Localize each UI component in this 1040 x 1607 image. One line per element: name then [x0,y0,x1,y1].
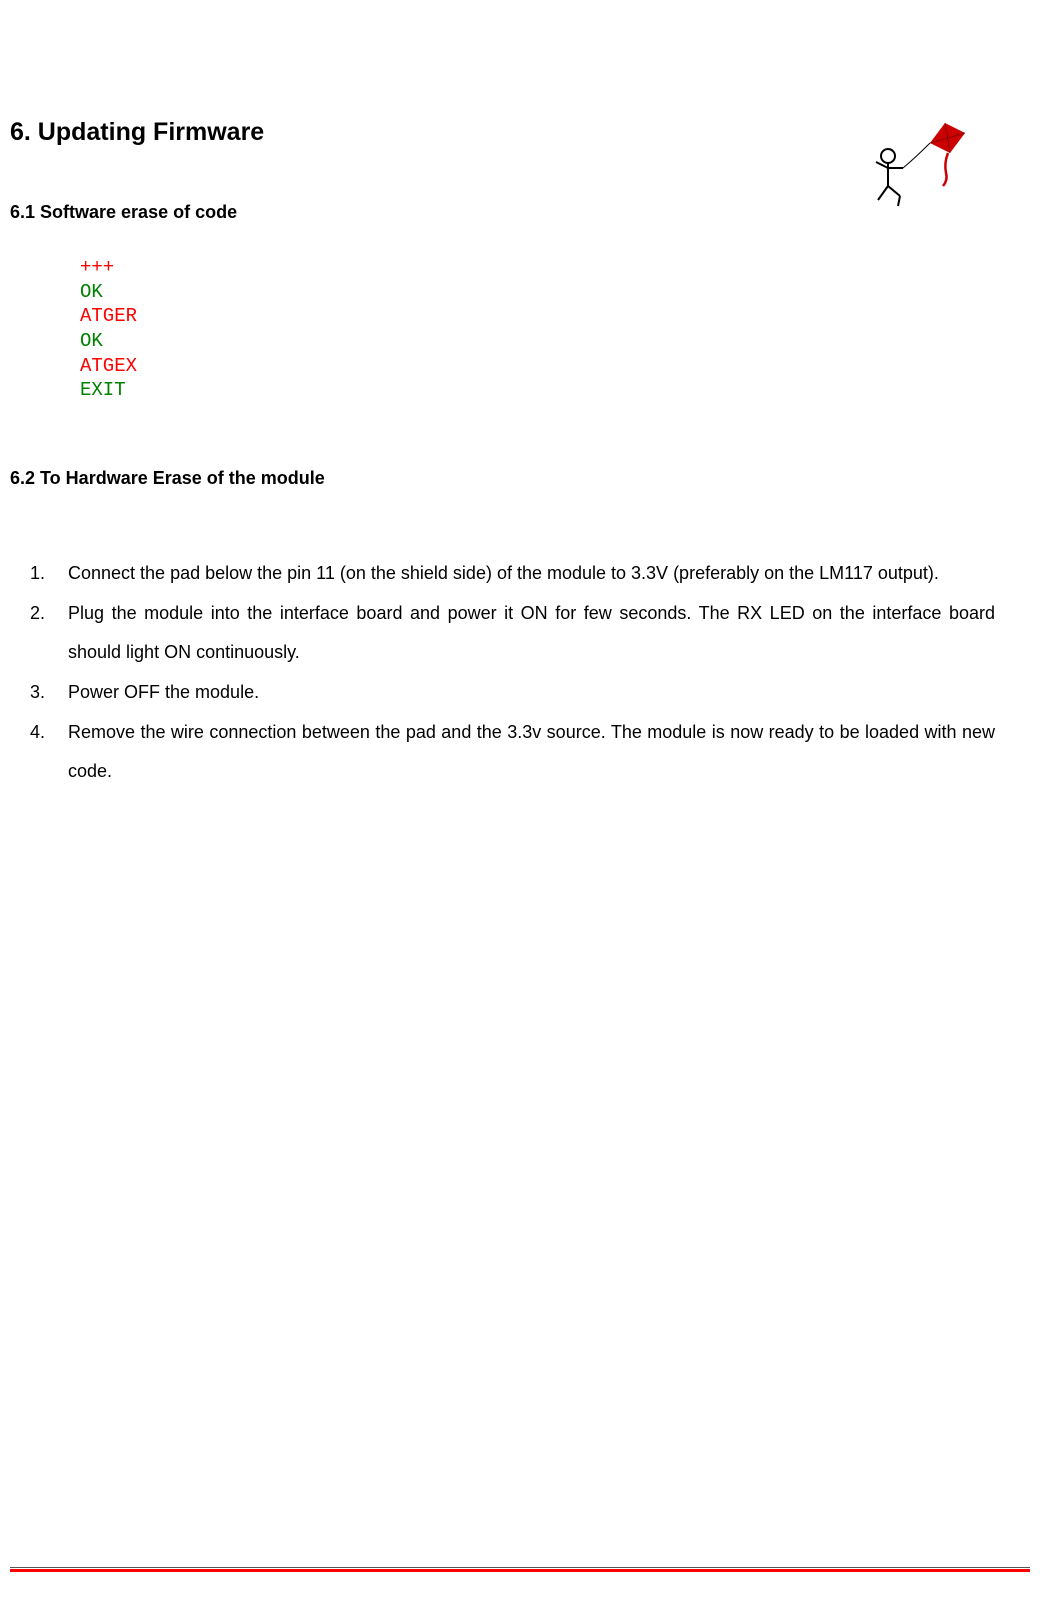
code-line: OK [80,329,1030,354]
steps-list: Connect the pad below the pin 11 (on the… [50,554,1030,792]
step-item: Remove the wire connection between the p… [50,713,1030,792]
step-item: Plug the module into the interface board… [50,594,1030,673]
footer-rule [10,1567,1030,1572]
subsection-title-2: 6.2 To Hardware Erase of the module [10,468,1030,489]
kite-runner-icon [870,118,970,218]
code-line: ATGEX [80,354,1030,379]
code-block: +++ OK ATGER OK ATGEX EXIT [80,255,1030,403]
code-line: ATGER [80,304,1030,329]
code-line: OK [80,280,1030,305]
code-line: EXIT [80,378,1030,403]
step-item: Power OFF the module. [50,673,1030,713]
step-item: Connect the pad below the pin 11 (on the… [50,554,1030,594]
code-line: +++ [80,255,1030,280]
